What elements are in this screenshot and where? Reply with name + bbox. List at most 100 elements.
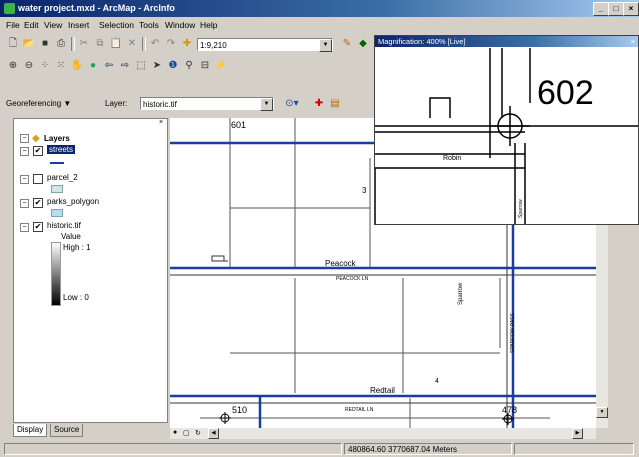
zoom-in-icon[interactable]: ⊕ [6, 59, 20, 73]
georef-layer-combo[interactable]: historic.tif ▼ [140, 97, 274, 111]
magnifier-close-icon[interactable]: × [631, 36, 635, 47]
street-label-sparrow: Sparrow [458, 282, 464, 305]
tab-display[interactable]: Display [13, 424, 48, 437]
parks-polygon-symbol [51, 209, 63, 217]
collapse-icon[interactable]: − [20, 147, 29, 156]
layer-label: Layer: [105, 99, 128, 108]
layers-folder-icon: ◆ [32, 133, 40, 144]
minimize-button[interactable]: _ [593, 2, 609, 16]
maximize-button[interactable]: □ [608, 2, 624, 16]
zoom-out-icon[interactable]: ⊖ [22, 59, 36, 73]
layout-view-icon[interactable]: ▢ [183, 429, 190, 437]
status-message-panel [4, 443, 342, 455]
toolbar-separator [142, 37, 146, 51]
scroll-down-arrow-icon[interactable]: ▼ [596, 407, 608, 418]
close-button[interactable]: × [623, 2, 639, 16]
pan-hand-icon[interactable]: ✋ [70, 59, 84, 73]
menu-help[interactable]: Help [200, 20, 217, 30]
collapse-icon[interactable]: − [20, 223, 29, 232]
tab-source[interactable]: Source [50, 424, 84, 437]
parks-polygon-layer-name: parks_polygon [47, 197, 100, 206]
magnifier-window[interactable]: Magnification: 400% [Live] × 602 Robin S… [374, 35, 639, 225]
scroll-left-arrow-icon[interactable]: ◀ [208, 428, 219, 439]
map-scale-combo[interactable]: 1:9,210 ▼ [197, 38, 333, 52]
georeferencing-toolbar: Georeferencing ▼ Layer: historic.tif ▼ ⊙… [0, 94, 374, 114]
magnifier-crosshair [490, 106, 530, 146]
collapse-icon[interactable]: − [20, 199, 29, 208]
fixed-zoom-in-icon[interactable]: ⁘ [38, 59, 52, 73]
window-title: water project.mxd - ArcMap - ArcInfo [18, 3, 175, 13]
full-extent-icon[interactable]: ● [86, 59, 100, 73]
new-document-icon[interactable]: 🗋 [6, 37, 20, 51]
arctoolbox-icon[interactable]: ◆ [356, 37, 370, 51]
streets-visibility-checkbox[interactable]: ✔ [33, 146, 43, 156]
status-bar: 480864.60 3770687.04 Meters [0, 441, 639, 457]
collapse-icon[interactable]: − [20, 175, 29, 184]
street-label-peacock: Peacock [325, 259, 356, 268]
historic-tif-visibility-checkbox[interactable]: ✔ [33, 222, 43, 232]
menu-tools[interactable]: Tools [139, 20, 159, 30]
cut-icon[interactable]: ✂ [77, 37, 91, 51]
back-arrow-icon[interactable]: ⇦ [102, 59, 116, 73]
parcel-label-478: 478 [502, 405, 518, 415]
fixed-zoom-out-icon[interactable]: ⁙ [54, 59, 68, 73]
print-icon[interactable]: ⎙ [54, 37, 68, 51]
table-of-contents: − ◆ Layers − ✔ streets − parcel_2 − ✔ pa… [13, 118, 168, 423]
georef-layer-value: historic.tif [143, 100, 177, 109]
street-label-redtail: Redtail [370, 386, 395, 395]
magnifier-street-label: Robin [443, 155, 462, 162]
parcel-label-601: 601 [231, 120, 247, 130]
arcmap-app-icon [4, 3, 15, 14]
street-label-redtail-small: REDTAIL LN [345, 407, 374, 413]
editor-toolbar-icon[interactable]: ✎ [340, 37, 354, 51]
copy-icon[interactable]: ⧉ [93, 37, 107, 51]
magnifier-title-bar[interactable]: Magnification: 400% [Live] × [375, 36, 638, 47]
scroll-right-arrow-icon[interactable]: ▶ [572, 428, 583, 439]
streets-layer-name: streets [47, 145, 76, 154]
building-outline [429, 97, 451, 118]
view-link-table-icon[interactable]: ▤ [328, 97, 342, 111]
undo-icon[interactable]: ↶ [148, 37, 162, 51]
chevron-down-icon[interactable]: ▼ [260, 98, 273, 111]
chevron-down-icon[interactable]: ▼ [319, 39, 332, 52]
magnifier-title: Magnification: 400% [Live] [378, 37, 466, 46]
open-folder-icon[interactable]: 📂 [22, 37, 36, 51]
street-label-sparrow-small: SPARROW PASS [510, 313, 516, 353]
parcel-2-visibility-checkbox[interactable] [33, 174, 43, 184]
data-view-icon[interactable]: ● [173, 429, 177, 436]
refresh-icon[interactable]: ↻ [195, 429, 201, 437]
magnifier-canvas [375, 48, 638, 224]
menu-file[interactable]: File [6, 20, 20, 30]
title-bar[interactable]: water project.mxd - ArcMap - ArcInfo _ □… [0, 0, 639, 17]
add-control-points-icon[interactable]: ✚ [312, 97, 326, 111]
hyperlink-icon[interactable]: ⚡ [214, 59, 228, 73]
paste-icon[interactable]: 📋 [109, 37, 123, 51]
menu-edit[interactable]: Edit [24, 20, 39, 30]
select-elements-arrow-icon[interactable]: ➤ [150, 59, 164, 73]
map-label-4: 4 [435, 378, 439, 385]
street-label-peacock-small: PEACOCK LN [336, 276, 369, 282]
menu-insert[interactable]: Insert [68, 20, 89, 30]
menu-view[interactable]: View [44, 20, 62, 30]
select-features-icon[interactable]: ⬚ [134, 59, 148, 73]
tools-toolbar: ⊕ ⊖ ⁘ ⁙ ✋ ● ⇦ ⇨ ⬚ ➤ ❶ ⚲ ⊟ ⚡ [0, 56, 374, 76]
save-icon[interactable]: ■ [38, 37, 52, 51]
rotate-icon[interactable]: ⊙▾ [285, 97, 299, 111]
redo-icon[interactable]: ↷ [164, 37, 178, 51]
georeferencing-menu[interactable]: Georeferencing ▼ [6, 99, 71, 108]
identify-icon[interactable]: ❶ [166, 59, 180, 73]
raster-low-label: Low : 0 [63, 293, 89, 302]
collapse-icon[interactable]: − [20, 134, 29, 143]
menu-selection[interactable]: Selection [99, 20, 134, 30]
magnifier-side-street-label: Sparrow [518, 199, 524, 218]
measure-icon[interactable]: ⊟ [198, 59, 212, 73]
add-data-icon[interactable]: ✚ [180, 37, 194, 51]
parks-polygon-visibility-checkbox[interactable]: ✔ [33, 198, 43, 208]
find-binoculars-icon[interactable]: ⚲ [182, 59, 196, 73]
horizontal-scrollbar[interactable]: ● ▢ ↻ ◀ ▶ [170, 428, 596, 439]
parcel-2-layer-name: parcel_2 [47, 173, 78, 182]
menu-window[interactable]: Window [165, 20, 195, 30]
delete-icon[interactable]: ✕ [125, 37, 139, 51]
forward-arrow-icon[interactable]: ⇨ [118, 59, 132, 73]
toc-close-icon[interactable]: × [159, 119, 163, 126]
